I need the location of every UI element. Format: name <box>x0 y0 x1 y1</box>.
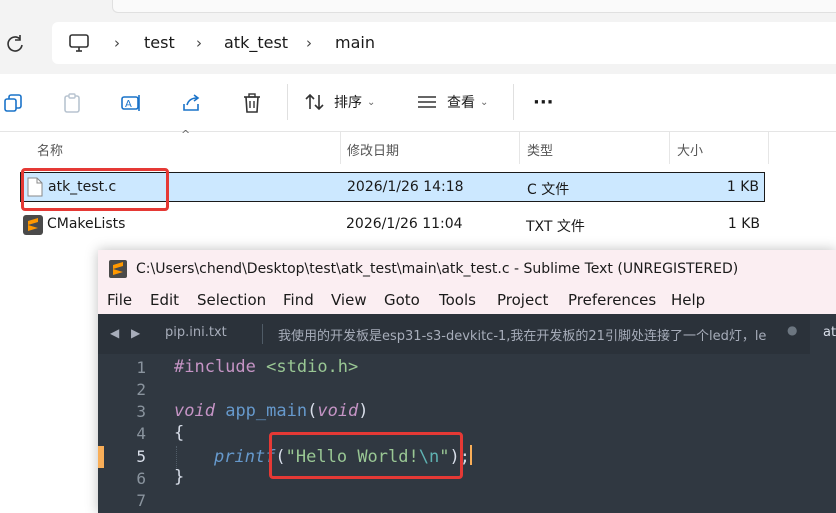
line-number: 2 <box>136 380 146 399</box>
file-type: TXT 文件 <box>526 219 585 235</box>
breadcrumb-test[interactable]: test <box>144 33 175 52</box>
breadcrumb-main[interactable]: main <box>335 33 375 52</box>
code-line-4: { <box>174 423 184 443</box>
call-printf: printf <box>214 447 276 467</box>
menu-view[interactable]: View <box>331 291 367 309</box>
include-header: <stdio.h> <box>266 357 359 377</box>
menu-help[interactable]: Help <box>671 291 705 309</box>
chevron-down-icon: ⌄ <box>367 96 376 108</box>
column-size[interactable]: 大小 <box>677 140 703 159</box>
column-header-row: ^ 名称 修改日期 类型 大小 <box>0 128 836 164</box>
address-bar-area: › test › atk_test › main <box>0 14 836 74</box>
toolbar-divider <box>287 84 288 120</box>
code-editor[interactable]: 1 2 3 4 5 6 7 #include <stdio.h> void ap… <box>98 354 836 513</box>
delete-icon[interactable] <box>241 92 263 114</box>
highlight-box-filename <box>21 168 169 211</box>
menu-goto[interactable]: Goto <box>384 291 420 309</box>
column-divider[interactable] <box>340 132 341 164</box>
file-row-cmakelists[interactable]: CMakeLists 2026/1/26 11:04 TXT 文件 1 KB <box>20 210 765 240</box>
line-number: 1 <box>136 358 146 377</box>
keyword-void: void <box>317 401 359 421</box>
tab-scroll-arrows[interactable]: ◀ ▶ <box>110 326 144 340</box>
menu-find[interactable]: Find <box>283 291 314 309</box>
share-icon[interactable] <box>181 92 203 114</box>
menu-selection[interactable]: Selection <box>197 291 266 309</box>
line-number: 3 <box>136 402 146 421</box>
refresh-icon[interactable] <box>4 33 26 55</box>
unsaved-dot-icon[interactable]: ● <box>787 323 797 337</box>
column-type[interactable]: 类型 <box>527 140 553 159</box>
sort-label: 排序 <box>334 95 362 111</box>
menu-bar: File Edit Selection Find View Goto Tools… <box>98 288 836 314</box>
keyword-void: void <box>174 401 215 421</box>
chevron-right-icon: › <box>196 34 202 52</box>
sublime-logo-icon <box>109 260 127 278</box>
menu-file[interactable]: File <box>107 291 132 309</box>
column-divider[interactable] <box>768 132 769 164</box>
line-number-current: 5 <box>136 447 146 466</box>
brace-open: { <box>174 423 185 443</box>
file-size: 1 KB <box>727 216 760 232</box>
line-number: 7 <box>136 491 146 510</box>
sort-button[interactable]: 排序 ⌄ <box>304 88 375 116</box>
tab-pip-ini[interactable]: pip.ini.txt <box>150 314 262 354</box>
menu-edit[interactable]: Edit <box>150 291 179 309</box>
column-modified[interactable]: 修改日期 <box>347 140 399 159</box>
sort-icon <box>305 93 324 111</box>
this-pc-icon[interactable] <box>68 32 90 54</box>
window-title: C:\Users\chend\Desktop\test\atk_test\mai… <box>136 261 739 277</box>
address-bar[interactable]: › test › atk_test › main <box>52 22 836 64</box>
rename-icon[interactable]: A <box>120 92 142 114</box>
view-button[interactable]: 查看 ⌄ <box>416 88 488 116</box>
tab-label: 我使用的开发板是esp31-s3-devkitc-1,我在开发板的21引脚处连接… <box>278 329 767 344</box>
file-size: 1 KB <box>726 179 759 195</box>
more-options-button[interactable]: ··· <box>533 88 554 116</box>
tab-untitled-note[interactable]: 我使用的开发板是esp31-s3-devkitc-1,我在开发板的21引脚处连接… <box>263 314 808 354</box>
function-name: app_main <box>225 401 308 421</box>
chevron-right-icon: › <box>114 34 120 52</box>
file-name: CMakeLists <box>47 216 126 232</box>
chevron-down-icon: ⌄ <box>480 96 489 108</box>
file-type: C 文件 <box>527 182 570 198</box>
view-label: 查看 <box>447 95 475 111</box>
menu-preferences[interactable]: Preferences <box>568 291 656 309</box>
sort-ascending-icon: ^ <box>181 128 191 141</box>
column-name[interactable]: 名称 <box>37 140 63 159</box>
sublime-file-icon <box>23 215 43 235</box>
explorer-tab-strip <box>0 0 836 14</box>
sublime-title-bar: C:\Users\chend\Desktop\test\atk_test\mai… <box>98 250 836 288</box>
sublime-text-window: C:\Users\chend\Desktop\test\atk_test\mai… <box>98 250 836 513</box>
column-divider[interactable] <box>519 132 520 164</box>
paren: ( <box>307 401 318 421</box>
code-line-1: #include <stdio.h> <box>174 357 358 377</box>
line-number: 6 <box>136 469 146 488</box>
brace-close: } <box>174 467 185 487</box>
menu-tools[interactable]: Tools <box>439 291 476 309</box>
explorer-tab[interactable] <box>112 0 836 13</box>
menu-project[interactable]: Project <box>497 291 548 309</box>
indent-guide <box>176 446 177 468</box>
paren: ) <box>358 401 369 421</box>
editor-tab-bar: ◀ ▶ pip.ini.txt 我使用的开发板是esp31-s3-devkitc… <box>98 314 836 354</box>
svg-text:A: A <box>125 99 132 110</box>
toolbar-divider <box>513 84 514 120</box>
code-line-3: void app_main(void) <box>174 401 369 421</box>
highlight-box-string <box>269 432 463 479</box>
chevron-right-icon: › <box>306 34 312 52</box>
command-bar: A 排序 ⌄ 查看 ⌄ ··· <box>0 74 836 132</box>
text-cursor <box>469 445 472 465</box>
line-number: 4 <box>136 424 146 443</box>
preprocessor-include: #include <box>174 357 256 377</box>
tab-label: at <box>823 325 836 340</box>
breadcrumb-atk-test[interactable]: atk_test <box>224 33 288 52</box>
copy-icon[interactable] <box>3 92 25 114</box>
tab-atk-test-c[interactable]: at <box>810 314 836 354</box>
view-icon <box>418 96 436 108</box>
file-modified: 2026/1/26 11:04 <box>346 216 463 232</box>
tab-label: pip.ini.txt <box>165 325 227 340</box>
column-divider[interactable] <box>669 132 670 164</box>
file-modified: 2026/1/26 14:18 <box>347 179 464 195</box>
paste-icon[interactable] <box>61 92 83 114</box>
code-line-6: } <box>174 467 184 487</box>
